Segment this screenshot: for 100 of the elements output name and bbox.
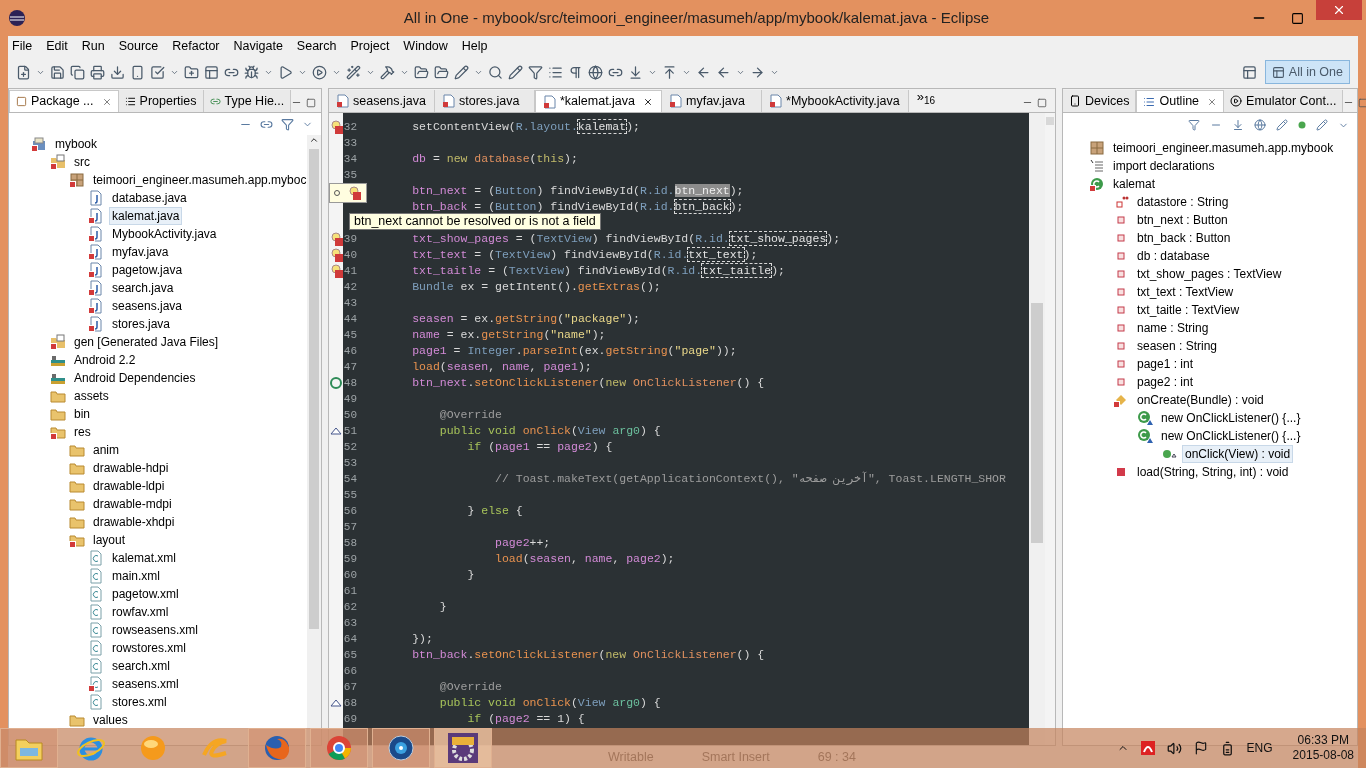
tree-item[interactable]: assets	[72, 388, 111, 404]
hide-fields-icon[interactable]	[1254, 119, 1266, 131]
maximize-icon[interactable]	[1291, 11, 1304, 25]
tree-item[interactable]: drawable-ldpi	[91, 478, 167, 494]
tree-item[interactable]: values	[91, 712, 130, 728]
new-folder-icon[interactable]	[184, 64, 199, 80]
menu-item[interactable]: Source	[118, 36, 159, 56]
tree-item[interactable]: txt_taitle : TextView	[1135, 302, 1242, 318]
tree-item[interactable]: btn_back : Button	[1135, 230, 1233, 246]
menu-item[interactable]: Navigate	[233, 36, 283, 56]
tree-item[interactable]: datastore : String	[1135, 194, 1231, 210]
tree-item[interactable]: pagetow.xml	[110, 586, 181, 602]
sort-icon[interactable]	[1232, 119, 1244, 131]
menu-item[interactable]: Window	[403, 36, 448, 56]
save-icon[interactable]	[50, 64, 65, 80]
tree-item[interactable]: search.xml	[110, 658, 172, 674]
tree-item[interactable]: onClick(View) : void	[1183, 446, 1293, 462]
print-icon[interactable]	[90, 64, 105, 80]
editor-tab[interactable]: *MybookActivity.java	[762, 90, 909, 112]
menu-item[interactable]: Project	[350, 36, 390, 56]
tree-item[interactable]: search.java	[110, 280, 176, 296]
wand-icon[interactable]	[346, 64, 361, 80]
panel-tab[interactable]: Devices	[1063, 90, 1137, 112]
run-icon[interactable]	[278, 64, 293, 80]
tree-item[interactable]: drawable-mdpi	[91, 496, 174, 512]
menu-item[interactable]: Refactor	[172, 36, 220, 56]
tree-item[interactable]: pagetow.java	[110, 262, 185, 278]
tree-item[interactable]: import declarations	[1111, 158, 1217, 174]
hide-local-icon[interactable]	[1316, 119, 1328, 131]
previous-annotation-icon[interactable]	[662, 64, 677, 80]
tree-item[interactable]: Android Dependencies	[72, 370, 198, 386]
tree-item[interactable]: bin	[72, 406, 92, 422]
hammer-icon[interactable]	[380, 64, 395, 80]
next-annotation-icon[interactable]	[628, 64, 643, 80]
menu-item[interactable]: File	[12, 36, 33, 56]
antivirus-icon[interactable]	[1140, 741, 1155, 755]
bug-icon[interactable]	[244, 64, 259, 80]
quick-fix-popup[interactable]	[329, 183, 367, 203]
tree-item[interactable]: txt_text : TextView	[1135, 284, 1236, 300]
tree-item[interactable]: main.xml	[110, 568, 162, 584]
tree-item[interactable]: anim	[91, 442, 121, 458]
filter-icon[interactable]	[528, 64, 543, 80]
tree-item[interactable]: onCreate(Bundle) : void	[1135, 392, 1266, 408]
layout-icon[interactable]	[204, 64, 219, 80]
dot-icon[interactable]	[1298, 121, 1306, 129]
editor-tab[interactable]: myfav.java	[662, 90, 762, 112]
tree-item[interactable]: MybookActivity.java	[110, 226, 219, 242]
tree-item[interactable]: new OnClickListener() {...}	[1159, 428, 1303, 444]
back-icon[interactable]	[716, 64, 731, 80]
back-icon[interactable]	[696, 64, 711, 80]
tree-item[interactable]: db : database	[1135, 248, 1212, 264]
filter-icon[interactable]	[281, 117, 294, 131]
tree-item[interactable]: load(String, String, int) : void	[1135, 464, 1291, 480]
globe-icon[interactable]	[588, 64, 603, 80]
open-folder-icon[interactable]	[414, 64, 429, 80]
new-file-icon[interactable]	[16, 64, 31, 80]
tree-item[interactable]: database.java	[110, 190, 189, 206]
filter-icon[interactable]	[1188, 119, 1200, 131]
menu-item[interactable]: Edit	[46, 36, 68, 56]
tree-item[interactable]: rowseasens.xml	[110, 622, 201, 638]
panel-tab[interactable]: Properties	[118, 90, 204, 112]
clock-time[interactable]: 06:33 PM	[1297, 733, 1349, 748]
search-icon[interactable]	[488, 64, 503, 80]
open-perspective-icon[interactable]	[1241, 64, 1257, 80]
tree-item[interactable]: rowstores.xml	[110, 640, 188, 656]
language-indicator[interactable]: ENG	[1246, 739, 1273, 757]
panel-tab[interactable]: Emulator Cont...	[1224, 90, 1344, 112]
panel-tab[interactable]: Package ...	[9, 90, 119, 112]
tree-item[interactable]: drawable-hdpi	[91, 460, 171, 476]
flag-icon[interactable]	[1193, 741, 1208, 755]
tree-item[interactable]: layout	[91, 532, 128, 548]
menu-item[interactable]: Help	[461, 36, 488, 56]
tree-item[interactable]: mybook	[53, 136, 100, 152]
close-icon[interactable]	[643, 96, 653, 107]
tree-item[interactable]: seasen : String	[1135, 338, 1220, 354]
tree-item[interactable]: stores.java	[110, 316, 173, 332]
editor-tab[interactable]: stores.java	[434, 90, 535, 112]
save-all-icon[interactable]	[70, 64, 85, 80]
tree-item[interactable]: kalemat.xml	[110, 550, 178, 566]
checkbox-icon[interactable]	[150, 64, 165, 80]
scroll-up-icon[interactable]	[309, 135, 319, 145]
open-type-icon[interactable]	[434, 64, 449, 80]
tree-item[interactable]: gen [Generated Java Files]	[72, 334, 221, 350]
editor-tab[interactable]: seasens.java	[329, 90, 435, 112]
tree-item[interactable]: btn_next : Button	[1135, 212, 1230, 228]
perspective-button[interactable]: All in One	[1264, 60, 1350, 84]
tree-item[interactable]: kalemat	[1111, 176, 1158, 192]
run-config-icon[interactable]	[312, 64, 327, 80]
phone-icon[interactable]	[130, 64, 145, 80]
tree-item[interactable]: kalemat.java	[110, 208, 182, 224]
tree-item[interactable]: name : String	[1135, 320, 1211, 336]
tree-item[interactable]: Android 2.2	[72, 352, 138, 368]
tree-item[interactable]: drawable-xhdpi	[91, 514, 177, 530]
download-icon[interactable]	[110, 64, 125, 80]
forward-icon[interactable]	[750, 64, 765, 80]
tree-item[interactable]: new OnClickListener() {...}	[1159, 410, 1303, 426]
editor-tab[interactable]: *kalemat.java	[534, 90, 662, 112]
list-icon[interactable]	[548, 64, 563, 80]
tree-item[interactable]: teimoori_engineer.masumeh.app.mybook	[1111, 140, 1336, 156]
tree-item[interactable]: myfav.java	[110, 244, 171, 260]
